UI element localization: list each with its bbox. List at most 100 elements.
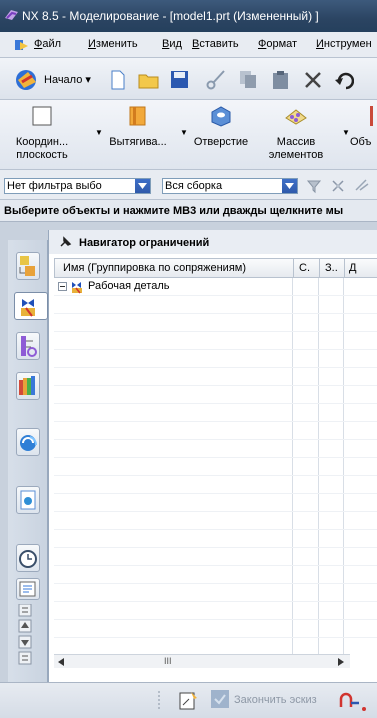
- copy-icon[interactable]: [238, 70, 260, 90]
- pattern-label-1: Массив: [276, 136, 316, 148]
- empty-tree-row: [54, 440, 377, 458]
- column-header-c[interactable]: С.: [299, 262, 317, 274]
- menu-insert[interactable]: Вставить: [192, 38, 239, 50]
- empty-tree-row: [54, 548, 377, 566]
- pin-icon[interactable]: [59, 236, 73, 248]
- menu-bar: Файл Изменить Вид Вставить Формат Инстру…: [0, 32, 377, 58]
- web-browser-icon: [20, 435, 37, 451]
- empty-tree-row: [54, 350, 377, 368]
- delete-icon[interactable]: [303, 70, 323, 90]
- empty-tree-row: [54, 584, 377, 602]
- snap-end-icon[interactable]: [354, 178, 370, 194]
- scroll-right-icon[interactable]: [338, 658, 344, 666]
- datum-plane-icon: [32, 106, 52, 126]
- menu-edit[interactable]: Изменить: [88, 38, 138, 50]
- type-filter-dropdown-icon[interactable]: [135, 179, 150, 193]
- internet-explorer-tab[interactable]: [16, 428, 40, 456]
- cut-icon[interactable]: [205, 68, 227, 90]
- pattern-feature-icon: [285, 109, 307, 125]
- empty-tree-row: [54, 638, 377, 654]
- clock-tab[interactable]: [16, 544, 40, 572]
- sketch-icon[interactable]: [178, 689, 200, 711]
- resource-bar-scroll-icons[interactable]: [18, 604, 32, 680]
- paste-icon[interactable]: [270, 70, 292, 90]
- unite-button[interactable]: Объ: [350, 104, 377, 149]
- prompt-text: Выберите объекты и нажмите МВ3 или дважд…: [4, 205, 344, 217]
- unite-label: Объ: [350, 136, 372, 148]
- extrude-label: Вытягива...: [109, 136, 167, 148]
- reuse-library-tab[interactable]: [16, 372, 40, 400]
- extrude-icon: [129, 106, 146, 126]
- start-button[interactable]: Начало ▾: [44, 73, 91, 86]
- column-separator[interactable]: [293, 259, 294, 277]
- empty-tree-row: [54, 602, 377, 620]
- hole-button[interactable]: Отверстие: [186, 104, 256, 149]
- empty-tree-row: [54, 422, 377, 440]
- toolbar-grip[interactable]: [158, 689, 161, 711]
- profile-curve-icon[interactable]: [338, 689, 368, 713]
- title-bar: NX 8.5 - Моделирование - [model1.prt (Из…: [0, 0, 377, 32]
- empty-tree-row: [54, 368, 377, 386]
- part-navigator-icon: [21, 336, 37, 357]
- sketch-toolbar: Закончить эскиз: [0, 682, 377, 718]
- navigator-title: Навигатор ограничений: [79, 237, 210, 249]
- save-icon[interactable]: [170, 70, 190, 90]
- hole-icon: [211, 106, 231, 127]
- clock-icon: [19, 550, 37, 568]
- column-header-d[interactable]: Д: [349, 262, 363, 274]
- constraint-navigator-tab[interactable]: [14, 292, 48, 320]
- column-header-row: Имя (Группировка по сопряжениям) С. З.. …: [54, 258, 377, 278]
- empty-tree-row: [54, 476, 377, 494]
- menu-file[interactable]: Файл: [34, 38, 61, 50]
- tree-row-label: Рабочая деталь: [88, 280, 170, 292]
- menu-tools[interactable]: Инструмен: [316, 38, 372, 50]
- nx-menu-icon[interactable]: [14, 38, 30, 52]
- window-title: NX 8.5 - Моделирование - [model1.prt (Из…: [22, 9, 319, 23]
- open-folder-icon[interactable]: [138, 70, 160, 90]
- menu-view[interactable]: Вид: [162, 38, 182, 50]
- snap-point-icon[interactable]: [330, 178, 346, 194]
- empty-tree-row: [54, 386, 377, 404]
- empty-tree-row: [54, 512, 377, 530]
- assembly-navigator-tab[interactable]: [16, 252, 40, 280]
- selection-bar: Нет фильтра выбо Вся сборка: [0, 170, 377, 200]
- menu-format[interactable]: Формат: [258, 38, 297, 50]
- datum-dropdown-arrow[interactable]: ▼: [95, 128, 103, 137]
- type-filter-combo[interactable]: Нет фильтра выбо: [4, 178, 151, 194]
- horizontal-scrollbar[interactable]: III: [54, 654, 350, 668]
- assembly-navigator-icon: [19, 256, 35, 276]
- type-filter-value: Нет фильтра выбо: [7, 180, 102, 192]
- undo-icon[interactable]: [334, 70, 354, 90]
- pattern-feature-button[interactable]: Массив элементов: [266, 104, 326, 162]
- tree-row[interactable]: Рабочая деталь: [54, 278, 377, 296]
- work-part-icon: [72, 282, 82, 294]
- scroll-grip[interactable]: III: [164, 656, 172, 666]
- constraint-navigator-panel: Навигатор ограничений Имя (Группировка п…: [48, 230, 377, 682]
- unite-icon: [370, 106, 373, 126]
- extrude-button[interactable]: Вытягива...: [104, 104, 172, 149]
- pattern-dropdown-arrow[interactable]: ▼: [342, 128, 350, 137]
- start-label: Начало: [44, 74, 83, 86]
- column-separator[interactable]: [344, 259, 345, 277]
- roles-tab[interactable]: [16, 578, 40, 600]
- filter-settings-icon[interactable]: [306, 178, 322, 194]
- column-separator[interactable]: [319, 259, 320, 277]
- collapse-toggle-icon[interactable]: [58, 282, 67, 291]
- scroll-left-icon[interactable]: [58, 658, 64, 666]
- datum-plane-button[interactable]: Координ... плоскость: [6, 104, 78, 162]
- column-header-name[interactable]: Имя (Группировка по сопряжениям): [63, 262, 295, 274]
- column-header-z[interactable]: З..: [325, 262, 343, 274]
- datum-plane-label-2: плоскость: [16, 149, 68, 161]
- history-tab[interactable]: [16, 486, 40, 514]
- part-navigator-tab[interactable]: [16, 332, 40, 360]
- empty-tree-row: [54, 314, 377, 332]
- empty-tree-row: [54, 296, 377, 314]
- history-document-icon: [20, 490, 36, 510]
- finish-sketch-label[interactable]: Закончить эскиз: [234, 694, 317, 706]
- new-file-icon[interactable]: [110, 70, 126, 90]
- scope-filter-dropdown-icon[interactable]: [282, 179, 297, 193]
- empty-tree-row: [54, 494, 377, 512]
- finish-sketch-icon[interactable]: [210, 689, 230, 709]
- resource-bar: [8, 240, 48, 682]
- scope-filter-combo[interactable]: Вся сборка: [162, 178, 298, 194]
